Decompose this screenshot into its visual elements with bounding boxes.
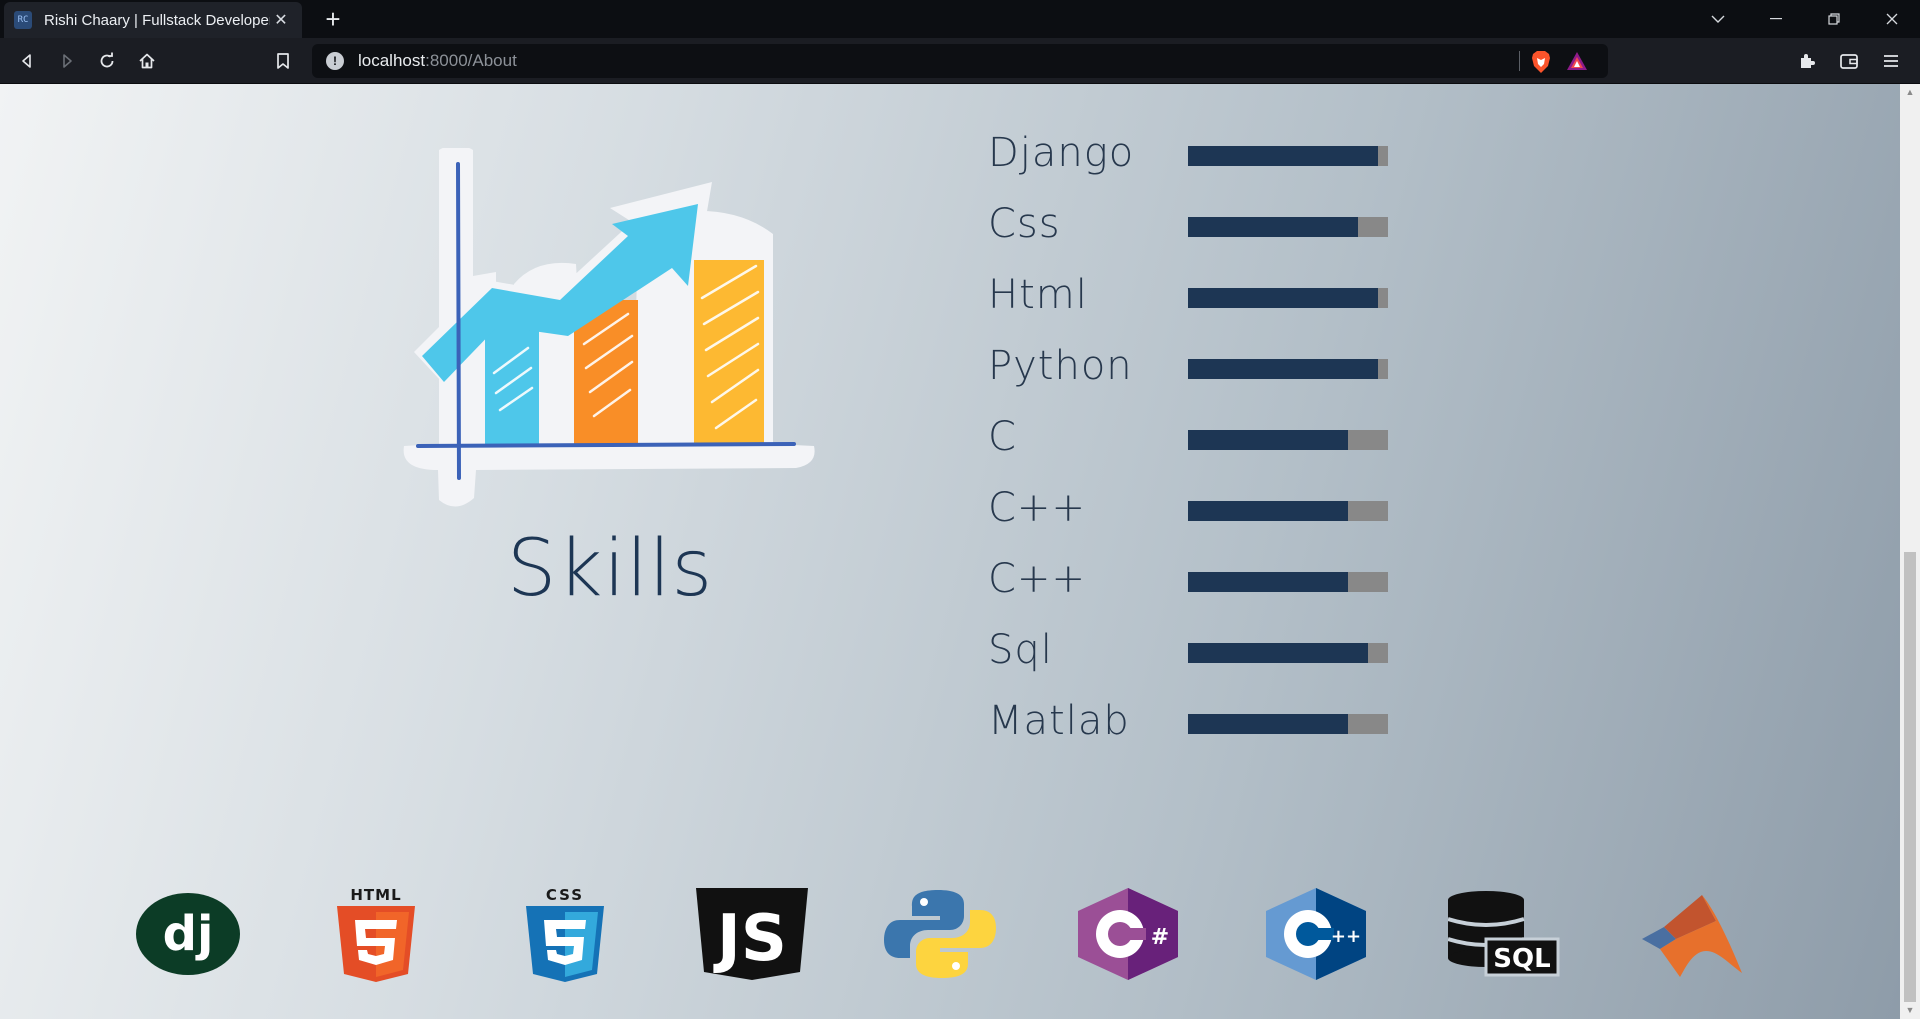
javascript-logo-icon: JS bbox=[692, 874, 812, 994]
html5-logo-icon: HTML bbox=[316, 874, 436, 994]
tab-title: Rishi Chaary | Fullstack Developer bbox=[44, 11, 270, 29]
navigation-toolbar: ! localhost:8000/About bbox=[0, 38, 1920, 84]
illustration-bar-3 bbox=[694, 260, 764, 444]
tab-active[interactable]: RC Rishi Chaary | Fullstack Developer ✕ bbox=[4, 2, 302, 38]
scroll-up-arrow-icon[interactable]: ▲ bbox=[1904, 86, 1916, 98]
skills-heading: Skills bbox=[506, 524, 714, 614]
skill-progress-fill bbox=[1188, 572, 1348, 592]
skill-progress-fill bbox=[1188, 501, 1348, 521]
growth-chart-illustration bbox=[403, 148, 815, 507]
reload-button[interactable] bbox=[92, 46, 122, 76]
site-favicon-icon: RC bbox=[14, 11, 32, 29]
close-window-button[interactable] bbox=[1864, 0, 1920, 38]
skill-name: C bbox=[988, 414, 1017, 460]
tech-logos-row: dj HTML CSS JS # ++ SQL bbox=[0, 874, 1900, 994]
skill-progress-bar bbox=[1188, 359, 1388, 379]
cplusplus-logo-text: ++ bbox=[1331, 926, 1361, 947]
skill-progress-bar bbox=[1188, 501, 1388, 521]
django-logo-icon: dj bbox=[128, 874, 248, 994]
skill-name: Sql bbox=[988, 627, 1053, 673]
back-button[interactable] bbox=[12, 46, 42, 76]
skill-progress-fill bbox=[1188, 714, 1348, 734]
wallet-icon[interactable] bbox=[1834, 46, 1864, 76]
url-separator bbox=[1519, 51, 1520, 71]
skill-row: Django bbox=[988, 130, 1408, 201]
html5-logo-text: HTML bbox=[350, 886, 401, 904]
browser-chrome: RC Rishi Chaary | Fullstack Developer ✕ … bbox=[0, 0, 1920, 84]
url-text: localhost:8000/About bbox=[358, 51, 517, 70]
new-tab-button[interactable]: + bbox=[318, 4, 348, 34]
skill-name: Python bbox=[988, 343, 1133, 389]
sql-logo-text: SQL bbox=[1493, 944, 1550, 974]
home-button[interactable] bbox=[132, 46, 162, 76]
skill-progress-fill bbox=[1188, 217, 1358, 237]
skill-name: Matlab bbox=[988, 698, 1130, 744]
scrollbar-thumb[interactable] bbox=[1904, 552, 1916, 1002]
address-bar[interactable]: ! localhost:8000/About bbox=[312, 44, 1608, 78]
bookmark-icon[interactable] bbox=[268, 46, 298, 76]
skill-row: C bbox=[988, 414, 1408, 485]
csharp-logo-icon: # bbox=[1068, 874, 1188, 994]
skill-progress-bar bbox=[1188, 288, 1388, 308]
minimize-button[interactable] bbox=[1748, 0, 1804, 38]
skill-progress-bar bbox=[1188, 146, 1388, 166]
skill-progress-bar bbox=[1188, 643, 1388, 663]
csharp-logo-text: # bbox=[1151, 925, 1169, 950]
python-logo-icon bbox=[880, 874, 1000, 994]
restore-button[interactable] bbox=[1806, 0, 1862, 38]
illustration-bar-1 bbox=[485, 326, 539, 444]
skill-progress-bar bbox=[1188, 714, 1388, 734]
skill-progress-fill bbox=[1188, 288, 1378, 308]
skill-name: Html bbox=[988, 272, 1088, 318]
skill-name: C++ bbox=[988, 485, 1086, 531]
skill-name: Css bbox=[988, 201, 1061, 247]
skill-name: Django bbox=[988, 130, 1135, 176]
sql-database-logo-icon: SQL bbox=[1444, 874, 1564, 994]
tab-search-chevron-icon[interactable] bbox=[1690, 0, 1746, 38]
skill-row: C++ bbox=[988, 556, 1408, 627]
brave-rewards-icon[interactable] bbox=[1566, 51, 1588, 76]
skill-row: Matlab bbox=[988, 698, 1408, 769]
javascript-logo-text: JS bbox=[713, 902, 787, 976]
menu-hamburger-icon[interactable] bbox=[1876, 46, 1906, 76]
extensions-icon[interactable] bbox=[1792, 46, 1822, 76]
skill-progress-fill bbox=[1188, 146, 1378, 166]
skill-row: Sql bbox=[988, 627, 1408, 698]
brave-shields-icon[interactable] bbox=[1530, 50, 1552, 79]
skill-progress-fill bbox=[1188, 643, 1368, 663]
skill-row: Css bbox=[988, 201, 1408, 272]
css3-logo-icon: CSS bbox=[505, 874, 625, 994]
about-page: Skills Django Css Html Python C C++ C++ Sql Matl… bbox=[0, 84, 1900, 1019]
skill-row: Html bbox=[988, 272, 1408, 343]
css3-logo-text: CSS bbox=[546, 886, 584, 904]
tab-strip: RC Rishi Chaary | Fullstack Developer ✕ … bbox=[0, 0, 1920, 38]
site-info-icon[interactable]: ! bbox=[326, 52, 344, 70]
django-logo-text: dj bbox=[163, 906, 214, 962]
cplusplus-logo-icon: ++ bbox=[1256, 874, 1376, 994]
skill-row: C++ bbox=[988, 485, 1408, 556]
skill-row: Python bbox=[988, 343, 1408, 414]
matlab-logo-icon bbox=[1632, 874, 1752, 994]
skill-progress-fill bbox=[1188, 430, 1348, 450]
tab-close-icon[interactable]: ✕ bbox=[270, 9, 292, 31]
forward-button[interactable] bbox=[52, 46, 82, 76]
skill-progress-bar bbox=[1188, 430, 1388, 450]
skill-progress-bar bbox=[1188, 217, 1388, 237]
scroll-down-arrow-icon[interactable]: ▼ bbox=[1904, 1004, 1916, 1016]
skill-progress-fill bbox=[1188, 359, 1378, 379]
skill-progress-bar bbox=[1188, 572, 1388, 592]
skill-name: C++ bbox=[988, 556, 1086, 602]
